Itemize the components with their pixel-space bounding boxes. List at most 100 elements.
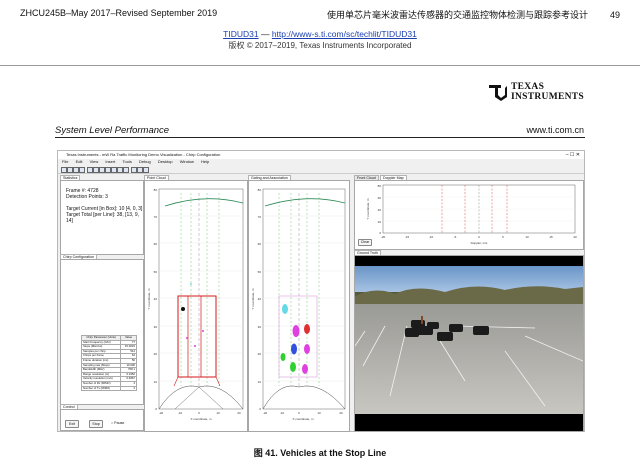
pc-xtick-n10: -10 (178, 411, 183, 415)
doc-link-line: TIDUD31 — http://www-s.ti.com/sc/techlit… (0, 29, 640, 39)
pc-ytick-20: 20 (154, 352, 158, 356)
gt-ytick-80: 80 (258, 188, 262, 192)
dp-xtick-15: 15 (549, 235, 553, 239)
doppler-panel: 80 60 40 20 0 -20 -15 -10 -5 0 5 10 15 2… (354, 180, 584, 250)
menu-view[interactable]: View (90, 159, 99, 164)
app-title: Texas Instruments - mW Ra Traffic Monito… (66, 152, 221, 157)
gating-plot: 80 70 60 50 40 30 20 10 0 -20 -10 0 10 2… (251, 188, 346, 421)
control-panel: Exit Stop ○ Pause (60, 409, 144, 431)
pc-ytick-10: 10 (154, 380, 158, 384)
dp-ytick-80: 80 (378, 184, 382, 188)
gating-axes (262, 188, 346, 410)
app-titlebar: Texas Instruments - mW Ra Traffic Monito… (58, 151, 584, 159)
gt-xtick-n10: -10 (280, 411, 285, 415)
pc-ytick-0: 0 (155, 407, 157, 411)
menu-insert[interactable]: Insert (105, 159, 115, 164)
pc-ytick-60: 60 (154, 242, 158, 246)
gt-ytick-30: 30 (258, 325, 262, 329)
gt-xtick-20: 20 (339, 411, 343, 415)
gt-ytick-60: 60 (258, 242, 262, 246)
tidud31-link[interactable]: TIDUD31 (223, 29, 258, 39)
gt-ytick-50: 50 (258, 270, 262, 274)
ti-logo-icon (489, 85, 507, 101)
menu-debug[interactable]: Debug (139, 159, 151, 164)
logo-text-1: TEXAS (511, 82, 545, 92)
brush-icon[interactable] (123, 167, 129, 173)
print-icon[interactable] (79, 167, 85, 173)
pause-radio[interactable]: ○ Pause (111, 421, 124, 425)
gt-xtick-n20: -20 (263, 411, 268, 415)
target-current: Target Current [in Box]: 10 [4, 0, 3] (66, 205, 143, 212)
page-number: 49 (609, 10, 620, 20)
chirp-params-table: Chirp Parameter (Units) Value Start Freq… (80, 335, 137, 392)
pause-label: Pause (114, 421, 125, 425)
pc-ytick-70: 70 (154, 215, 158, 219)
ti-logo: TEXAS INSTRUMENTS (487, 82, 587, 102)
doc-id-line: ZHCU245B–May 2017–Revised September 2019 (20, 8, 217, 18)
link-sep: — (260, 29, 270, 39)
app-toolbar (58, 166, 584, 174)
pc-ytick-80: 80 (154, 188, 158, 192)
dp-xtick-5: 5 (502, 235, 504, 239)
gt-xtick-10: 10 (317, 411, 321, 415)
exit-button[interactable]: Exit (65, 420, 79, 428)
pc-ytick-50: 50 (154, 270, 158, 274)
dp-xtick-n5: -5 (454, 235, 457, 239)
target-total: Target Total [per Line]: 38, [13, 9, 14] (66, 211, 140, 225)
gt-ylabel: Y coordinate, m (251, 288, 255, 309)
dp-xtick-n15: -15 (405, 235, 410, 239)
dp-xlabel: Doppler, m/s (471, 241, 488, 245)
window-controls[interactable]: – ☐ ✕ (566, 151, 580, 159)
menu-help[interactable]: Help (201, 159, 209, 164)
ground-truth-panel (354, 255, 584, 432)
doc-header-right: 使用单芯片毫米波雷达传感器的交通监控物体检测与跟踪参考设计 49 (327, 8, 620, 21)
pc-ylabel: Y coordinate, m (147, 288, 151, 309)
param-value-cell: 2 (120, 385, 137, 392)
menu-file[interactable]: File (62, 159, 68, 164)
pc-xlabel: X coordinate, m (190, 417, 212, 421)
gt-xtick-0: 0 (298, 411, 300, 415)
pc-ytick-30: 30 (154, 325, 158, 329)
menu-edit[interactable]: Edit (76, 159, 83, 164)
dp-xtick-0: 0 (478, 235, 480, 239)
gating-panel: 80 70 60 50 40 30 20 10 0 -20 -10 0 10 2… (248, 180, 350, 432)
pc-xtick-0: 0 (198, 411, 200, 415)
point-cloud-panel: 80 70 60 50 40 30 20 10 0 -20 -10 0 10 2… (144, 180, 248, 432)
app-menubar: File Edit View Insert Tools Debug Deskto… (58, 159, 584, 165)
doc-date: –May 2017–Revised September 2019 (66, 8, 218, 18)
doppler-plot: 80 60 40 20 0 -20 -15 -10 -5 0 5 10 15 2… (366, 184, 577, 245)
logo-text-2: INSTRUMENTS (511, 92, 584, 102)
gt-ytick-20: 20 (258, 352, 262, 356)
section-title: System Level Performance (55, 125, 170, 136)
stop-button[interactable]: Stop (89, 420, 103, 428)
doc-title-cn: 使用单芯片毫米波雷达传感器的交通监控物体检测与跟踪参考设计 (326, 10, 588, 20)
gt-ytick-70: 70 (258, 215, 262, 219)
gt-xlabel: X coordinate, m (292, 417, 314, 421)
param-name-cell: Number of Tx (MIMO) (80, 385, 122, 392)
point-cloud-plot: 80 70 60 50 40 30 20 10 0 -20 -10 0 10 2… (147, 188, 244, 421)
pc-ytick-40: 40 (154, 297, 158, 301)
table-row: Number of Tx (MIMO) 2 (80, 385, 137, 392)
ground-truth-video (354, 266, 584, 431)
copyright: 版权 © 2017–2019, Texas Instruments Incorp… (228, 41, 412, 50)
techlit-url-link[interactable]: http://www-s.ti.com/sc/techlit/TIDUD31 (272, 29, 417, 39)
statistics-panel: Frame #: 4728 Detection Points: 3 Target… (60, 180, 144, 255)
doc-id: ZHCU245B (20, 8, 67, 18)
gt-ytick-0: 0 (259, 407, 261, 411)
pc-xtick-20: 20 (237, 411, 241, 415)
grid-icon[interactable] (143, 167, 149, 173)
dp-ytick-60: 60 (378, 196, 382, 200)
menu-tools[interactable]: Tools (122, 159, 131, 164)
menu-window[interactable]: Window (180, 159, 194, 164)
app-window: Texas Instruments - mW Ra Traffic Monito… (57, 150, 585, 432)
figure-caption: 图 41. Vehicles at the Stop Line (253, 448, 387, 458)
menu-desktop[interactable]: Desktop (158, 159, 173, 164)
dp-ytick-40: 40 (378, 208, 382, 212)
dp-xtick-10: 10 (525, 235, 529, 239)
gt-ytick-10: 10 (258, 380, 262, 384)
clear-button[interactable]: Clear (358, 239, 372, 246)
dp-xtick-n20: -20 (381, 235, 386, 239)
dp-xtick-20: 20 (573, 235, 577, 239)
section-rule (55, 137, 585, 138)
section-url: www.ti.com.cn (526, 125, 584, 135)
